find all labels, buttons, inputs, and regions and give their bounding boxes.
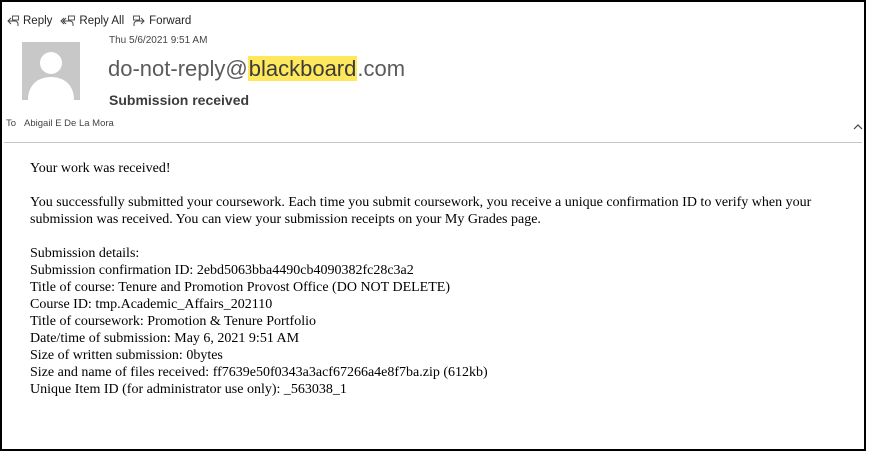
message-subject: Submission received: [109, 92, 250, 108]
sender-suffix: .com: [357, 56, 406, 81]
sender-highlight: blackboard: [247, 56, 358, 81]
email-reading-pane: Reply Reply All Forward Thu 5/6/2021 9:5…: [0, 0, 866, 451]
header-divider: [4, 142, 862, 143]
details-line: Size and name of files received: ff7639e…: [30, 365, 488, 380]
recipients-line: To Abigail E De La Mora: [6, 118, 114, 129]
forward-button[interactable]: Forward: [132, 15, 191, 27]
sender-prefix: do-not-reply@: [108, 56, 248, 81]
reply-all-icon: [60, 15, 76, 27]
body-greeting: Your work was received!: [30, 161, 171, 176]
to-label: To: [6, 118, 17, 129]
chevron-up-icon: [853, 124, 863, 130]
details-line: Unique Item ID (for administrator use on…: [30, 382, 347, 397]
message-toolbar: Reply Reply All Forward: [6, 12, 191, 30]
sender-avatar[interactable]: [22, 42, 80, 100]
reply-all-button[interactable]: Reply All: [60, 15, 124, 27]
message-date: Thu 5/6/2021 9:51 AM: [109, 35, 208, 46]
sender-address[interactable]: do-not-reply@blackboard.com: [108, 56, 405, 82]
details-line: Title of coursework: Promotion & Tenure …: [30, 314, 317, 329]
details-line: Submission details:: [30, 246, 140, 261]
recipient-name[interactable]: Abigail E De La Mora: [24, 118, 114, 129]
collapse-header-button[interactable]: [851, 120, 865, 132]
forward-label: Forward: [149, 15, 192, 27]
person-icon: [22, 42, 80, 100]
details-line: Course ID: tmp.Academic_Affairs_202110: [30, 297, 273, 312]
reply-label: Reply: [23, 15, 53, 27]
body-paragraph: You successfully submitted your coursewo…: [30, 195, 812, 227]
reply-icon: [6, 15, 20, 27]
details-line: Submission confirmation ID: 2ebd5063bba4…: [30, 263, 414, 278]
reply-all-label: Reply All: [79, 15, 125, 27]
message-body: Your work was received! You successfully…: [30, 160, 860, 398]
details-line: Size of written submission: 0bytes: [30, 348, 223, 363]
reply-button[interactable]: Reply: [6, 15, 52, 27]
submission-details: Submission details: Submission confirmat…: [30, 245, 860, 398]
details-line: Date/time of submission: May 6, 2021 9:5…: [30, 331, 300, 346]
details-line: Title of course: Tenure and Promotion Pr…: [30, 280, 450, 295]
forward-icon: [132, 15, 146, 27]
